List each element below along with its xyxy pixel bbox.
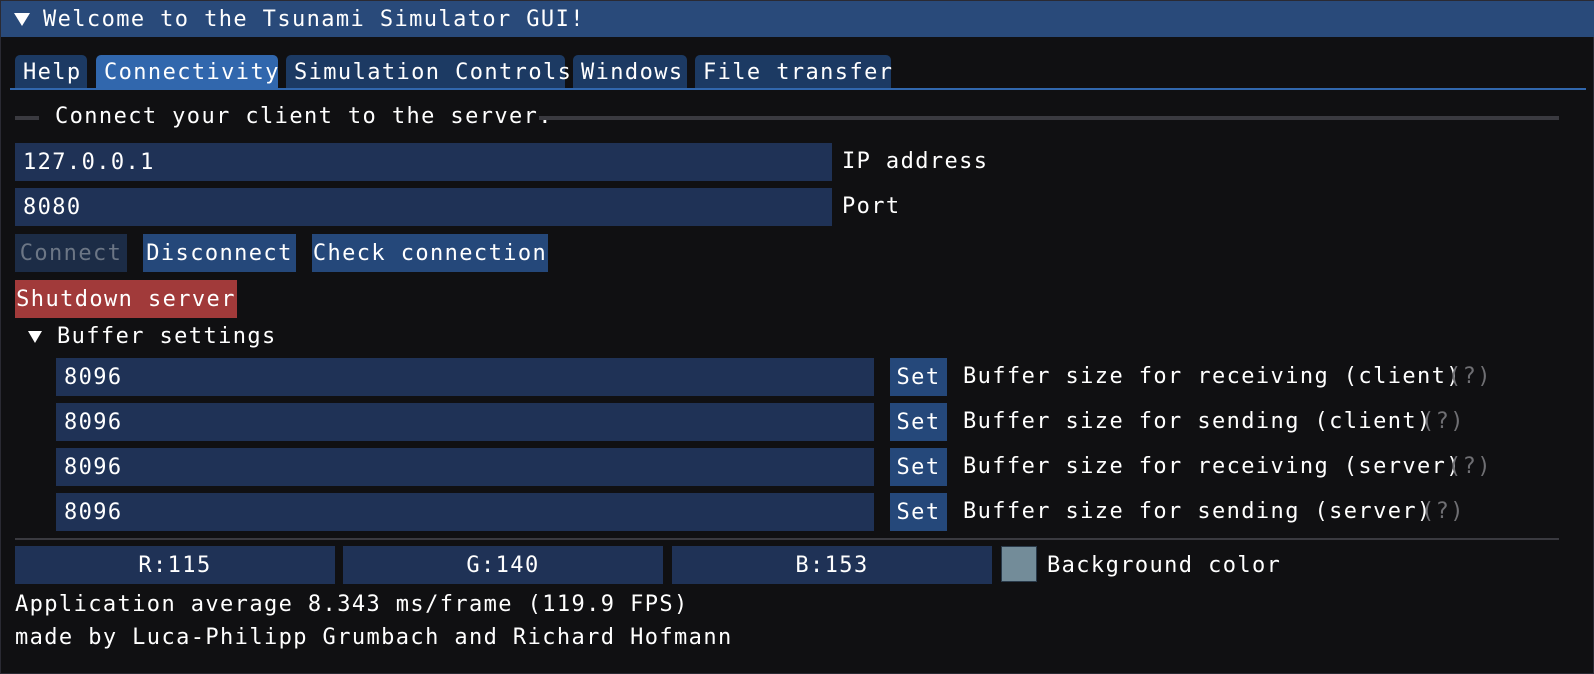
ip-address-input[interactable]: 127.0.0.1 — [15, 143, 832, 181]
tree-expanded-arrow-icon[interactable] — [28, 331, 42, 343]
buffer-send-client-input[interactable]: 8096 — [56, 403, 874, 441]
buffer-receive-client-input[interactable]: 8096 — [56, 358, 874, 396]
buffer-receive-server-label: Buffer size for receiving (server) — [963, 454, 1461, 479]
window-title: Welcome to the Tsunami Simulator GUI! — [43, 6, 585, 32]
buffer-send-client-label: Buffer size for sending (client) — [963, 409, 1432, 434]
color-green-field[interactable]: G:140 — [343, 546, 663, 584]
window-title-bar[interactable]: Welcome to the Tsunami Simulator GUI! — [1, 1, 1594, 37]
set-receive-client-button[interactable]: Set — [890, 358, 947, 396]
credits-text: made by Luca-Philipp Grumbach and Richar… — [15, 625, 733, 650]
buffer-send-server-label: Buffer size for sending (server) — [963, 499, 1432, 524]
separator-left — [15, 116, 39, 120]
buffer-settings-heading[interactable]: Buffer settings — [57, 323, 277, 351]
set-receive-server-button[interactable]: Set — [890, 448, 947, 486]
tab-simulation-controls[interactable]: Simulation Controls — [286, 55, 571, 89]
set-send-client-button[interactable]: Set — [890, 403, 947, 441]
buffer-receive-server-input[interactable]: 8096 — [56, 448, 874, 486]
app-window: Welcome to the Tsunami Simulator GUI! He… — [0, 0, 1594, 674]
buffer-receive-client-label: Buffer size for receiving (client) — [963, 364, 1461, 389]
shutdown-server-button[interactable]: Shutdown server — [15, 280, 237, 318]
tab-windows[interactable]: Windows — [573, 55, 687, 89]
buffer-send-server-input[interactable]: 8096 — [56, 493, 874, 531]
color-red-field[interactable]: R:115 — [15, 546, 335, 584]
disconnect-button[interactable]: Disconnect — [143, 234, 296, 272]
tab-file-transfer[interactable]: File transfer — [695, 55, 892, 89]
tab-bar: Help Connectivity Simulation Controls Wi… — [1, 37, 1594, 91]
collapse-arrow-icon[interactable] — [14, 12, 30, 26]
connect-button[interactable]: Connect — [15, 234, 127, 272]
help-marker[interactable]: (?) — [1421, 498, 1465, 526]
help-marker[interactable]: (?) — [1448, 363, 1492, 391]
color-blue-field[interactable]: B:153 — [672, 546, 992, 584]
separator-right — [539, 116, 1559, 120]
check-connection-button[interactable]: Check connection — [312, 234, 548, 272]
separator — [15, 538, 1559, 540]
help-marker[interactable]: (?) — [1448, 453, 1492, 481]
ip-address-label: IP address — [842, 149, 989, 174]
tab-help[interactable]: Help — [15, 55, 87, 89]
background-color-label: Background color — [1047, 553, 1282, 578]
port-label: Port — [842, 194, 901, 219]
tab-connectivity[interactable]: Connectivity — [96, 55, 278, 89]
section-heading: Connect your client to the server. — [55, 104, 553, 129]
help-marker[interactable]: (?) — [1421, 408, 1465, 436]
tab-underline — [10, 88, 1586, 90]
color-swatch[interactable] — [1001, 546, 1037, 582]
set-send-server-button[interactable]: Set — [890, 493, 947, 531]
port-input[interactable]: 8080 — [15, 188, 832, 226]
fps-readout: Application average 8.343 ms/frame (119.… — [15, 592, 689, 617]
